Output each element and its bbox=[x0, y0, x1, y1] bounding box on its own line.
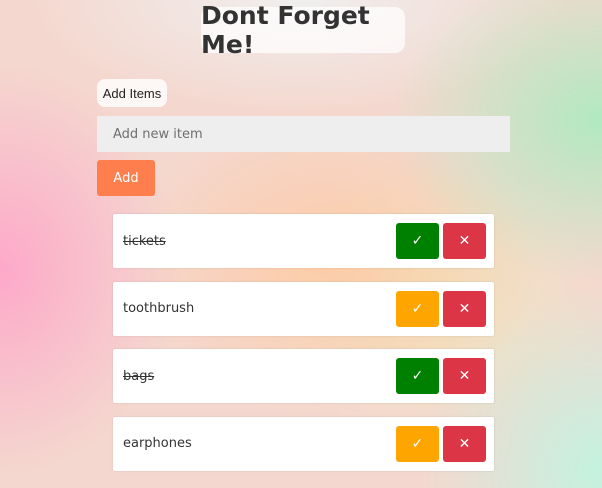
close-icon: ✕ bbox=[458, 435, 471, 452]
delete-button[interactable]: ✕ bbox=[443, 358, 486, 394]
delete-button[interactable]: ✕ bbox=[443, 425, 486, 462]
check-icon: ✓ bbox=[411, 368, 424, 384]
page-title: Dont Forget Me! bbox=[201, 1, 405, 59]
check-icon: ✓ bbox=[411, 435, 424, 452]
close-icon: ✕ bbox=[458, 233, 471, 249]
item-text: earphones bbox=[123, 436, 192, 451]
delete-button[interactable]: ✕ bbox=[443, 223, 486, 259]
list-item: toothbrush ✓ ✕ bbox=[113, 281, 494, 336]
list-item: earphones ✓ ✕ bbox=[113, 416, 494, 471]
list-item: bags ✓ ✕ bbox=[113, 349, 494, 403]
add-items-label: Add Items bbox=[97, 79, 167, 107]
item-text: bags bbox=[123, 368, 155, 384]
complete-button[interactable]: ✓ bbox=[396, 290, 439, 327]
list-item: tickets ✓ ✕ bbox=[113, 214, 494, 268]
complete-button[interactable]: ✓ bbox=[396, 425, 439, 462]
item-text: tickets bbox=[123, 233, 166, 249]
new-item-input[interactable] bbox=[97, 116, 510, 152]
check-icon: ✓ bbox=[411, 300, 424, 317]
add-button[interactable]: Add bbox=[97, 160, 155, 196]
todo-list: tickets ✓ ✕ toothbrush ✓ ✕ bags ✓ ✕ earp… bbox=[113, 214, 494, 484]
complete-button[interactable]: ✓ bbox=[396, 358, 439, 394]
close-icon: ✕ bbox=[458, 368, 471, 384]
delete-button[interactable]: ✕ bbox=[443, 290, 486, 327]
close-icon: ✕ bbox=[458, 300, 471, 317]
complete-button[interactable]: ✓ bbox=[396, 223, 439, 259]
check-icon: ✓ bbox=[411, 233, 424, 249]
item-text: toothbrush bbox=[123, 301, 195, 316]
